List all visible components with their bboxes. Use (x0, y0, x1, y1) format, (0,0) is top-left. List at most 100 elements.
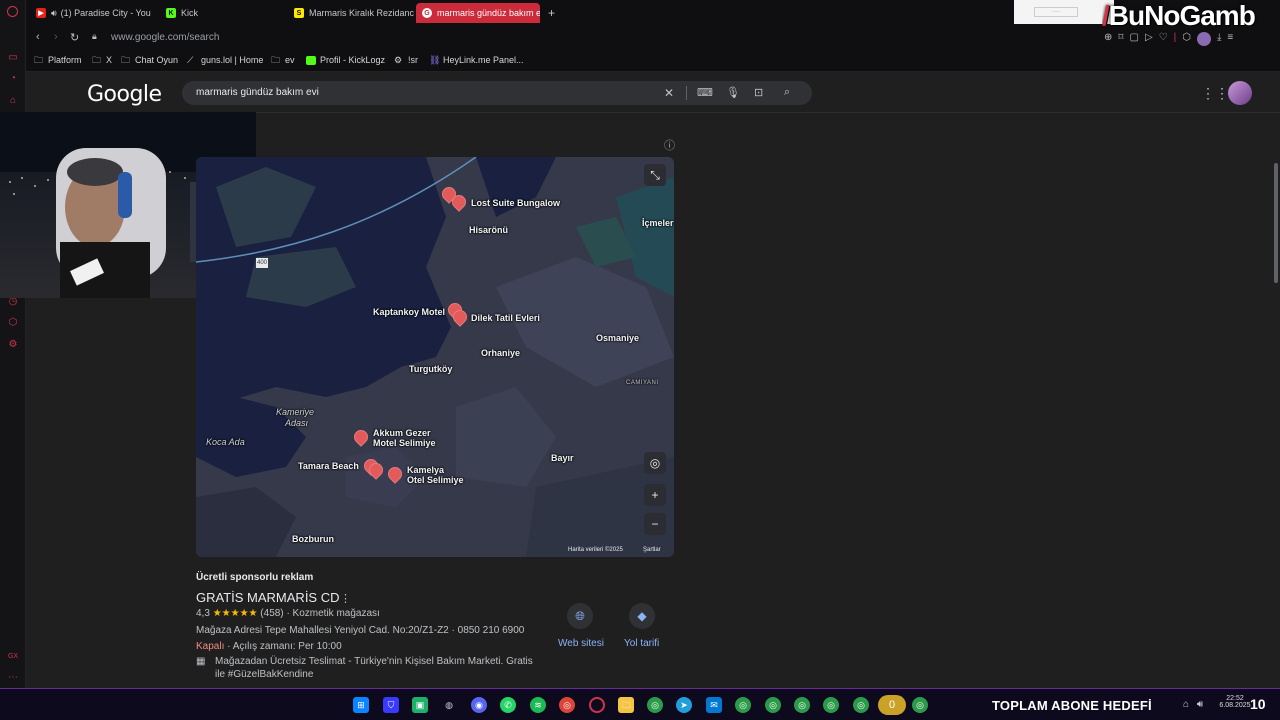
map-label-kamelya-2[interactable]: Otel Selimiye (407, 475, 464, 485)
gx-icon[interactable]: GX (7, 651, 19, 663)
microphone-icon[interactable]: 🎙︎ (726, 86, 740, 99)
menu-icon[interactable]: ≡ (1227, 32, 1233, 46)
search-box[interactable]: marmaris gündüz bakım evi ✕ ⌨ 🎙︎ ⊡ ⌕ (182, 81, 812, 105)
opera-gx-icon[interactable] (589, 697, 605, 713)
map-label-hisaronu[interactable]: Hisarönü (469, 225, 508, 235)
map-terms-link[interactable]: Şartlar (643, 547, 661, 553)
bookmark-heylink[interactable]: ⛓︎ HeyLink.me Panel... (429, 55, 524, 65)
map-label-turgutkoy[interactable]: Turgutköy (409, 364, 452, 374)
tab-sahibinden[interactable]: S Marmaris Kiralık Rezidanс (288, 3, 414, 23)
url-field[interactable]: www.google.com/search (111, 32, 219, 43)
zoom-out-button[interactable]: − (644, 513, 666, 535)
zoom-in-button[interactable]: + (644, 484, 666, 506)
map-label-camiyani[interactable]: CAMIYANI (626, 378, 659, 388)
download-icon[interactable]: ⤓ (1217, 32, 1221, 46)
more-options-icon[interactable]: ⋮ (340, 592, 351, 605)
bookmark-x[interactable]: 🗀︎ X (92, 55, 112, 65)
shop-icon[interactable]: ⌂ (7, 95, 19, 107)
map-label-icmeler[interactable]: İçmeler (642, 218, 674, 228)
info-icon[interactable]: ⓘ (664, 137, 675, 153)
map-label-adasi[interactable]: Adası (285, 418, 308, 428)
map-label-dilek[interactable]: Dilek Tatil Evleri (471, 313, 540, 323)
map-label-kamelya[interactable]: Kamelya (407, 465, 444, 475)
lock-icon[interactable]: 🔒︎ (92, 31, 97, 42)
chrome-profile-icon[interactable]: ◎ (765, 697, 781, 713)
notification-count[interactable]: 10 (1250, 696, 1266, 712)
bookmark-guns-lol[interactable]: ⟋ guns.lol | Home (187, 55, 263, 65)
reload-icon[interactable]: ↻ (70, 31, 79, 44)
windows-start-icon[interactable]: ⊞ (353, 697, 369, 713)
directions-icon[interactable]: ◆ (629, 603, 655, 629)
back-icon[interactable]: ‹ (36, 31, 40, 43)
map-panel[interactable]: Lost Suite Bungalow Hisarönü İçmeler Kap… (196, 157, 674, 557)
file-explorer-icon[interactable]: 🗀︎ (618, 697, 634, 713)
new-tab-button[interactable]: + (542, 3, 562, 23)
map-label-bayir[interactable]: Bayır (551, 453, 574, 463)
google-logo[interactable]: Google (87, 82, 162, 107)
heart-icon[interactable]: ♡ (1159, 32, 1168, 46)
chrome-icon[interactable]: ◎ (559, 697, 575, 713)
clock[interactable]: 22:52 6.08.2025 (1218, 695, 1252, 709)
account-avatar[interactable] (1228, 81, 1252, 105)
bookmark-icon[interactable]: ⌑ (1118, 32, 1123, 46)
chrome-profile-icon[interactable]: ◎ (647, 697, 663, 713)
cube-icon[interactable]: ⬡ (1182, 32, 1191, 46)
my-location-button[interactable]: ◎ (644, 452, 666, 474)
app-icon[interactable]: ▣ (412, 697, 428, 713)
volume-icon[interactable]: 🔊︎ (1192, 697, 1208, 713)
map-label-bozburun[interactable]: Bozburun (292, 534, 334, 544)
keyboard-icon[interactable]: ⌨ (697, 86, 713, 99)
lens-icon[interactable]: ⊡ (754, 86, 763, 99)
forward-icon[interactable]: › (54, 31, 58, 43)
chrome-profile-icon[interactable]: ◎ (912, 697, 928, 713)
shield-icon[interactable]: ⛉ (383, 697, 399, 713)
outlook-icon[interactable]: ✉ (706, 697, 722, 713)
collapse-map-button[interactable]: ⤡ (644, 164, 666, 186)
page-scrollbar[interactable] (1272, 113, 1280, 688)
clear-icon[interactable]: ✕ (664, 86, 674, 100)
business-title[interactable]: GRATİS MARMARİS CD (196, 590, 340, 605)
discord-icon[interactable]: ◉ (471, 697, 487, 713)
map-label-akkum[interactable]: Akkum Gezer (373, 428, 431, 438)
bookmark-sr[interactable]: ⚙ !sr (394, 55, 418, 65)
map-label-kameriye[interactable]: Kameriye (276, 407, 314, 417)
bookmark-platform[interactable]: 🗀︎ Platform (34, 55, 82, 65)
aria-icon[interactable]: ▭ (7, 52, 19, 64)
map-label-akkum-2[interactable]: Motel Selimiye (373, 438, 436, 448)
chrome-profile-icon[interactable]: ◎ (735, 697, 751, 713)
chrome-profile-icon[interactable]: ◎ (853, 697, 869, 713)
more-icon[interactable]: ⋯ (7, 672, 19, 684)
map-label-tamara[interactable]: Tamara Beach (298, 461, 359, 471)
map-label-kaptankoy[interactable]: Kaptankoy Motel (373, 307, 445, 317)
extensions-icon[interactable]: ⬡ (7, 317, 19, 329)
speed-dial-icon[interactable]: ◔ (7, 73, 19, 85)
chrome-profile-icon[interactable]: ◎ (794, 697, 810, 713)
map-label-lost-suite[interactable]: Lost Suite Bungalow (471, 198, 560, 208)
opera-logo-icon[interactable] (7, 6, 18, 17)
map-label-osmaniye[interactable]: Osmaniye (596, 333, 639, 343)
search-input[interactable]: marmaris gündüz bakım evi (196, 87, 319, 98)
player-icon[interactable]: ▷ (1145, 32, 1153, 46)
bookmark-chat-oyun[interactable]: 🗀︎ Chat Oyun (121, 55, 178, 65)
obs-icon[interactable]: ◍ (441, 697, 457, 713)
scrollbar-thumb[interactable] (1274, 163, 1278, 283)
review-count[interactable]: (458) (260, 608, 283, 619)
tab-kick[interactable]: K Kick (160, 3, 286, 23)
map-label-koca-ada[interactable]: Koca Ada (206, 437, 245, 447)
bookmark-kicklogz[interactable]: Profil - KickLogz (306, 55, 385, 65)
search-icon[interactable]: ⌕ (784, 86, 790, 99)
zoom-icon[interactable]: ⊕ (1104, 32, 1112, 46)
map-label-orhaniye[interactable]: Orhaniye (481, 348, 520, 358)
website-button[interactable]: Web sitesi (558, 638, 604, 649)
settings-icon[interactable]: ⚙ (7, 339, 19, 351)
bookmark-ev[interactable]: 🗀︎ ev (271, 55, 295, 65)
telegram-icon[interactable]: ➤ (676, 697, 692, 713)
tab-google-search[interactable]: G marmaris gündüz bakım e (416, 3, 540, 23)
chrome-profile-icon[interactable]: ◎ (823, 697, 839, 713)
snapshot-icon[interactable]: ▢ (1130, 32, 1139, 46)
speaker-icon[interactable]: 🔊︎ (51, 8, 57, 19)
whatsapp-icon[interactable]: ✆ (500, 697, 516, 713)
directions-button[interactable]: Yol tarifi (624, 638, 659, 649)
spotify-icon[interactable]: ≋ (530, 697, 546, 713)
profile-avatar[interactable] (1197, 32, 1211, 46)
